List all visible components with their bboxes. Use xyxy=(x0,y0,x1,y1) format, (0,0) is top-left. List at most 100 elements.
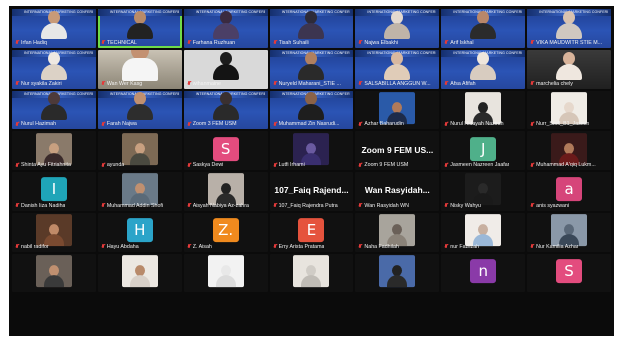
participant-tile[interactable]: INTERNATIONAL MARKETING CONFERENCE 2024V… xyxy=(527,9,611,48)
muted-mic-icon xyxy=(444,121,448,127)
participant-name: Tisah Suhaili xyxy=(278,39,309,46)
muted-mic-icon xyxy=(444,203,448,208)
participant-tile[interactable]: Nurr_Smff_B1_Jasmin xyxy=(527,90,611,130)
participant-name: Aisyah Nabiya Az-zahra xyxy=(192,202,249,209)
profile-photo xyxy=(551,214,588,247)
initial-avatar: I xyxy=(40,177,67,202)
participant-tile[interactable]: Azhar Baharudin xyxy=(355,90,440,130)
muted-mic-icon xyxy=(273,162,277,168)
muted-mic-icon xyxy=(273,244,277,249)
participant-name-label: TECHNICAL xyxy=(101,40,180,46)
participant-tile[interactable]: Nisky Wahyu xyxy=(441,172,526,211)
participant-video xyxy=(212,51,239,80)
participant-name-label: SALSABILLA ANGGUN W... xyxy=(358,81,437,87)
participant-tile[interactable]: n xyxy=(441,253,526,293)
muted-mic-icon xyxy=(187,162,191,168)
participant-video xyxy=(212,10,239,39)
participant-tile[interactable]: I Danish Iiza Nadiha xyxy=(12,172,96,211)
profile-photo xyxy=(551,132,588,165)
participant-display-name: Wan Rasyidah... xyxy=(364,185,430,196)
participant-tile[interactable]: Nur Kamilia Azhar xyxy=(527,212,611,252)
participant-name: Muhammad A'qiq Lukm... xyxy=(536,162,596,168)
participant-tile[interactable] xyxy=(183,253,268,293)
participant-tile[interactable]: Lutfi Irhami xyxy=(269,131,354,170)
participant-tile[interactable]: INTERNATIONAL MARKETING CONFERENCE 2024F… xyxy=(97,90,182,130)
muted-mic-icon xyxy=(101,244,105,249)
participant-tile[interactable]: S xyxy=(527,253,611,293)
participant-tile[interactable]: INTERNATIONAL MARKETING CONFERENCE 2024M… xyxy=(269,90,354,130)
participant-video xyxy=(470,51,497,80)
profile-photo xyxy=(207,173,244,206)
participant-tile[interactable]: INTERNATIONAL MARKETING CONFERENCE 2024S… xyxy=(355,49,440,89)
muted-mic-icon xyxy=(15,40,19,45)
participant-tile[interactable]: INTERNATIONAL MARKETING CONFERENCE 2024N… xyxy=(12,49,96,89)
participant-tile[interactable]: nabil radifor xyxy=(12,212,96,252)
participant-tile[interactable]: H Hayu Abdaha xyxy=(97,212,182,252)
participant-tile[interactable]: S Saskya Dewi xyxy=(183,131,268,170)
participant-tile[interactable]: INTERNATIONAL MARKETING CONFERENCE 2024I… xyxy=(12,9,96,48)
participant-tile[interactable]: ayunda xyxy=(97,131,182,170)
participant-tile[interactable]: INTERNATIONAL MARKETING CONFERENCE 2024T… xyxy=(97,9,182,48)
participant-tile[interactable]: a anis syazwani xyxy=(527,172,611,211)
participant-video xyxy=(556,51,583,80)
participant-name: Lutfi Irhami xyxy=(278,162,305,168)
participant-tile[interactable]: INTERNATIONAL MARKETING CONFERENCE 2024A… xyxy=(441,9,526,48)
participant-tile[interactable] xyxy=(97,253,182,293)
participant-tile[interactable]: INTERNATIONAL MARKETING CONFERENCE 2024T… xyxy=(269,9,354,48)
participant-video xyxy=(40,51,67,80)
profile-photo xyxy=(35,132,72,165)
participant-name-label: Nurul Hazimah xyxy=(15,121,94,127)
participant-name: Naha Fadhilah xyxy=(364,243,399,250)
participant-name: Irfan Hadiq xyxy=(21,39,47,46)
participant-tile[interactable]: Muhammad A'qiq Lukm... xyxy=(527,131,611,170)
participant-tile[interactable]: 107_Faiq Rajend... 107_Faiq Rajendra Putr… xyxy=(269,172,354,211)
participant-tile[interactable]: nur Fazlizah xyxy=(441,212,526,252)
participant-name-label: Arif Iskhal xyxy=(444,40,523,46)
participant-tile[interactable] xyxy=(269,253,354,293)
participant-name: nur Fazlizah xyxy=(450,243,480,250)
profile-photo xyxy=(379,254,416,287)
participant-name: Muhammad Addin Shofi xyxy=(106,202,164,209)
participant-name-label: Naha Fadhilah xyxy=(358,244,437,250)
participant-tile[interactable]: Shinta Ayu Fitriahnita xyxy=(12,131,96,170)
participant-name: Nurul Hidayah Nazirah xyxy=(450,121,504,128)
initial-avatar: J xyxy=(470,136,497,161)
participant-tile[interactable]: INTERNATIONAL MARKETING CONFERENCE 2024A… xyxy=(441,49,526,89)
participant-video xyxy=(298,10,325,39)
participant-tile[interactable]: INTERNATIONAL MARKETING CONFERENCE 2024N… xyxy=(12,90,96,130)
participant-tile[interactable]: E Erry Arista Pratama xyxy=(269,212,354,252)
participant-tile[interactable] xyxy=(355,253,440,293)
profile-photo xyxy=(121,254,158,287)
participant-tile[interactable]: INTERNATIONAL MARKETING CONFERENCE 2024F… xyxy=(183,9,268,48)
participant-name-label: Z. Aisah xyxy=(187,244,266,250)
participant-tile[interactable] xyxy=(12,253,96,293)
muted-mic-icon xyxy=(15,162,19,168)
participant-name-label: anis syazwani xyxy=(530,203,609,209)
participant-tile[interactable]: Nurul Hidayah Nazirah xyxy=(441,90,526,130)
participant-tile[interactable]: Zoom 9 FEM US... Zoom 9 FEM USM xyxy=(355,131,440,170)
participant-tile[interactable]: Aisyah Nabiya Az-zahra xyxy=(183,172,268,211)
participant-tile[interactable]: Naha Fadhilah xyxy=(355,212,440,252)
muted-mic-icon xyxy=(187,203,191,208)
participant-name: ayunda xyxy=(106,162,125,168)
participant-tile[interactable]: INTERNATIONAL MARKETING CONFERENCE 2024Z… xyxy=(183,90,268,130)
participant-name: Wan Rasyidah WN xyxy=(364,202,409,209)
participant-tile[interactable]: wihanmaine xyxy=(183,49,268,89)
participant-tile[interactable]: Z. Z. Aisah xyxy=(183,212,268,252)
participant-name-label: Muhammad A'qiq Lukm... xyxy=(530,162,609,168)
participant-tile[interactable]: Wan Rasyidah... Wan Rasyidah WN xyxy=(355,172,440,211)
participant-video xyxy=(212,92,239,121)
participant-tile[interactable]: INTERNATIONAL MARKETING CONFERENCE 2024N… xyxy=(269,49,354,89)
participant-tile[interactable]: J Jasmeen Nazreen Jaafar xyxy=(441,131,526,170)
participant-tile[interactable]: INTERNATIONAL MARKETING CONFERENCE 2024N… xyxy=(355,9,440,48)
participant-tile[interactable]: marchelia chely xyxy=(527,49,611,89)
muted-mic-icon xyxy=(101,121,105,127)
participant-name: wihanmaine xyxy=(192,80,221,87)
participant-video xyxy=(126,92,153,121)
participant-tile[interactable]: Wan Wer Kasg xyxy=(97,49,182,89)
participant-name-label: Nur Kamilia Azhar xyxy=(530,244,609,250)
participant-tile[interactable]: Muhammad Addin Shofi xyxy=(97,172,182,211)
muted-mic-icon xyxy=(444,81,448,86)
participant-name: TECHNICAL xyxy=(106,39,137,46)
muted-mic-icon xyxy=(444,162,448,168)
